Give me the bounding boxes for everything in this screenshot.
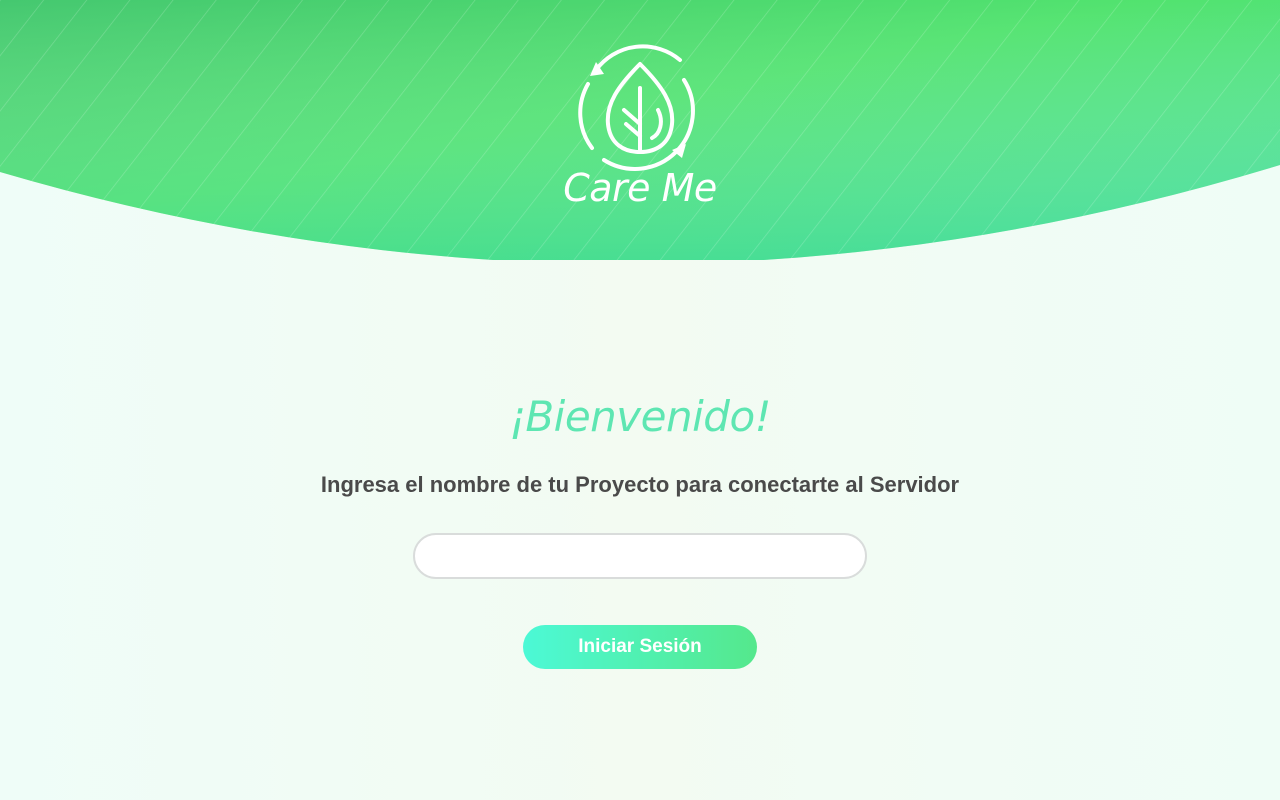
brand-name: Care Me (563, 166, 717, 210)
project-name-input[interactable] (413, 533, 867, 579)
instruction-text: Ingresa el nombre de tu Proyecto para co… (320, 472, 960, 497)
welcome-title: ¡Bienvenido! (509, 392, 771, 441)
login-button[interactable]: Iniciar Sesión (523, 625, 757, 669)
